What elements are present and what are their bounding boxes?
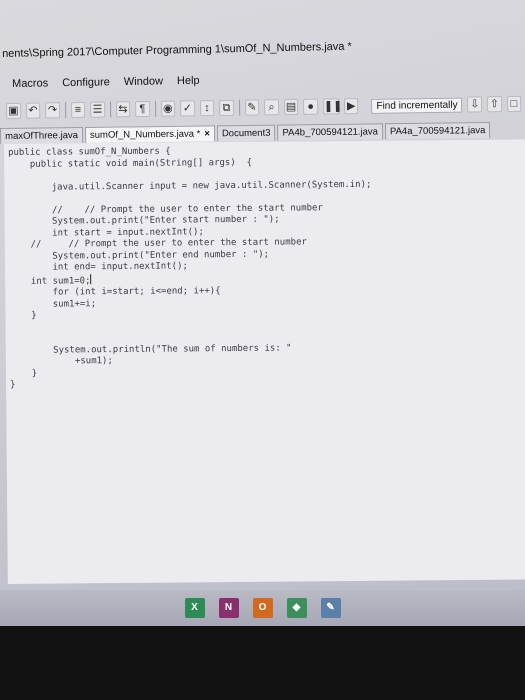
tab-maxofthree[interactable]: maxOfThree.java bbox=[0, 126, 84, 144]
menu-bar: Macros Configure Window Help bbox=[12, 75, 200, 96]
match-case-icon[interactable]: □ bbox=[506, 95, 522, 113]
search-icon[interactable]: ⌕ bbox=[264, 99, 279, 116]
code-text[interactable]: public class sumOf_N_Numbers { public st… bbox=[8, 145, 373, 392]
code-line: // // Prompt the user to enter the start… bbox=[8, 237, 307, 250]
toolbar-divider bbox=[154, 100, 156, 117]
tab-document3[interactable]: Document3 bbox=[216, 124, 276, 142]
list-icon[interactable]: ☰ bbox=[90, 101, 105, 118]
code-line: public static void main(String[] args) { bbox=[8, 157, 253, 170]
record-icon[interactable]: ● bbox=[303, 98, 319, 115]
text-cursor bbox=[90, 273, 92, 284]
tab-label: Document3 bbox=[221, 127, 271, 140]
code-line: int end= input.nextInt(); bbox=[9, 261, 188, 273]
play-icon[interactable]: ▶ bbox=[343, 98, 359, 115]
paragraph-icon[interactable]: ¶ bbox=[135, 100, 150, 118]
menu-help[interactable]: Help bbox=[177, 75, 200, 93]
taskbar: X N O ◆ ✎ bbox=[0, 590, 525, 626]
find-down-icon[interactable]: ⇩ bbox=[467, 96, 483, 113]
redo-icon[interactable]: ↷ bbox=[45, 102, 60, 119]
code-editor[interactable]: public class sumOf_N_Numbers { public st… bbox=[4, 139, 525, 584]
code-line: // // Prompt the user to enter the start… bbox=[8, 202, 323, 216]
save-icon[interactable]: ▣ bbox=[6, 102, 21, 119]
find-up-icon[interactable]: ⇧ bbox=[487, 96, 502, 113]
tools-icon[interactable]: ✎ bbox=[244, 99, 260, 116]
excel-icon[interactable]: X bbox=[184, 598, 205, 618]
code-line: public class sumOf_N_Numbers { bbox=[8, 146, 171, 158]
tab-sumofnnumbers[interactable]: sumOf_N_Numbers.java * × bbox=[84, 125, 216, 143]
code-line: +sum1); bbox=[9, 356, 113, 367]
outlook-icon[interactable]: O bbox=[252, 598, 273, 618]
menu-macros[interactable]: Macros bbox=[12, 77, 48, 96]
pause-icon[interactable]: ❚❚ bbox=[322, 98, 342, 115]
code-line: System.out.println("The sum of numbers i… bbox=[9, 342, 292, 356]
code-line: sum1+=i; bbox=[9, 298, 97, 310]
tab-pa4b[interactable]: PA4b_700594121.java bbox=[277, 123, 384, 141]
toolbar: ▣ ↶ ↷ ≡ ☰ ⇆ ¶ ◉ ✓ ↕ ⧉ ✎ ⌕ ▤ ● ❚❚ ▶ Find … bbox=[6, 93, 522, 122]
code-line: for (int i=start; i<=end; i++){ bbox=[9, 286, 221, 298]
find-incrementally-field[interactable]: Find incrementally bbox=[371, 97, 463, 114]
sort-icon[interactable]: ↕ bbox=[199, 100, 215, 117]
code-line: System.out.print("Enter start number : "… bbox=[8, 214, 280, 227]
code-line: System.out.print("Enter end number : "); bbox=[8, 249, 270, 262]
code-line: int start = input.nextInt(); bbox=[8, 226, 204, 239]
editor-app-icon[interactable]: ✎ bbox=[320, 598, 341, 618]
code-line: } bbox=[10, 379, 16, 390]
tab-label: sumOf_N_Numbers.java * bbox=[89, 128, 201, 141]
tab-label: PA4b_700594121.java bbox=[282, 126, 378, 139]
undo-icon[interactable]: ↶ bbox=[25, 102, 41, 119]
indent-icon[interactable]: ≡ bbox=[70, 101, 86, 119]
spellcheck-icon[interactable]: ✓ bbox=[180, 100, 195, 117]
tab-label: maxOfThree.java bbox=[5, 130, 79, 142]
code-line: int sum1=0; bbox=[9, 275, 91, 287]
menu-window[interactable]: Window bbox=[124, 75, 163, 94]
monitor-bezel bbox=[0, 626, 525, 700]
menu-configure[interactable]: Configure bbox=[62, 76, 110, 95]
code-line: } bbox=[9, 368, 38, 379]
close-tab-icon[interactable]: × bbox=[204, 128, 210, 139]
code-line: } bbox=[9, 310, 37, 321]
window-title: nents\Spring 2017\Computer Programming 1… bbox=[1, 40, 352, 60]
toolbar-divider bbox=[64, 102, 66, 119]
toolbar-divider bbox=[238, 99, 240, 116]
compare-icon[interactable]: ⧉ bbox=[219, 99, 234, 117]
build-icon[interactable]: ▤ bbox=[283, 98, 299, 116]
browser-icon[interactable]: ◉ bbox=[160, 100, 176, 117]
toolbar-divider bbox=[109, 101, 111, 118]
app-icon[interactable]: ◆ bbox=[286, 598, 307, 618]
onenote-icon[interactable]: N bbox=[218, 598, 239, 618]
code-line: java.util.Scanner input = new java.util.… bbox=[8, 179, 372, 193]
ide-screen: nents\Spring 2017\Computer Programming 1… bbox=[0, 0, 525, 700]
wrap-icon[interactable]: ⇆ bbox=[115, 101, 131, 118]
tab-label: PA4a_700594121.java bbox=[389, 125, 486, 138]
tab-pa4a[interactable]: PA4a_700594121.java bbox=[384, 122, 491, 140]
